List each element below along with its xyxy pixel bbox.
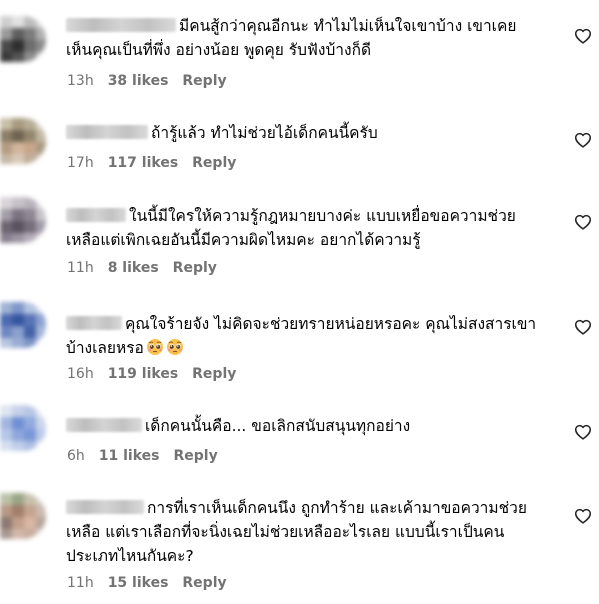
comment-line-text: ถ้ารู้แล้ว ทำไม่ช่วยไอ้เด็กคนนี้ครับ [151,124,378,142]
comment-meta: 11h 8 likes Reply [67,260,217,276]
avatar[interactable] [0,118,46,164]
comment-text: ถ้ารู้แล้ว ทำไม่ช่วยไอ้เด็กคนนี้ครับ [66,121,561,145]
heart-outline-icon[interactable] [574,508,592,524]
username[interactable] [66,500,144,514]
comment-line: ประเภทไหนกันคะ? [66,547,194,565]
comment-line-text: บ้างเลยหรอ [66,339,144,357]
likes-count[interactable]: 8 likes [108,260,159,276]
avatar[interactable] [0,16,46,62]
heart-outline-icon[interactable] [574,28,592,44]
comment-text: คุณใจร้ายจัง ไม่คิดจะช่วยทรายหน่อยหรอคะ … [66,312,561,360]
comment-line-text: ในนี้มีใครให้ความรู้กฎหมายบางค่ะ แบบเหยื… [129,207,516,225]
comment-line: เด็กคนนั้นคือ... ขอเลิกสนับสนุนทุกอย่าง [66,414,561,438]
timestamp: 11h [67,260,94,276]
likes-count[interactable]: 38 likes [108,73,169,89]
likes-count[interactable]: 119 likes [108,366,178,382]
heart-outline-icon[interactable] [574,319,592,335]
timestamp: 6h [67,448,85,464]
likes-count[interactable]: 11 likes [99,448,160,464]
avatar[interactable] [0,493,46,539]
likes-count[interactable]: 117 likes [108,155,178,171]
comment-text: การที่เราเห็นเด็กคนนึง ถูกทำร้าย และเค้า… [66,496,561,568]
comment-meta: 11h 15 likes Reply [67,575,227,591]
pleading-face-emoji [166,339,183,355]
username[interactable] [66,208,126,222]
comment-text: ในนี้มีใครให้ความรู้กฎหมายบางค่ะ แบบเหยื… [66,204,561,252]
timestamp: 11h [67,575,94,591]
comment-text: เด็กคนนั้นคือ... ขอเลิกสนับสนุนทุกอย่าง [66,414,561,438]
heart-outline-icon[interactable] [574,214,592,230]
timestamp: 17h [67,155,94,171]
reply-button[interactable]: Reply [182,73,226,89]
avatar[interactable] [0,302,46,348]
comment-line: ในนี้มีใครให้ความรู้กฎหมายบางค่ะ แบบเหยื… [66,204,561,228]
comment-line: มีคนสู้กว่าคุณอีกนะ ทำไมไม่เห็นใจเขาบ้าง… [66,14,561,38]
pleading-face-emoji [146,339,163,355]
comment-line: บ้างเลยหรอ [66,336,561,360]
comment-meta: 17h 117 likes Reply [67,155,236,171]
username[interactable] [66,125,148,139]
username[interactable] [66,418,142,432]
reply-button[interactable]: Reply [192,366,236,382]
reply-button[interactable]: Reply [174,448,218,464]
comment-meta: 6h 11 likes Reply [67,448,218,464]
reply-button[interactable]: Reply [182,575,226,591]
reply-button[interactable]: Reply [173,260,217,276]
comment-line: คุณใจร้ายจัง ไม่คิดจะช่วยทรายหน่อยหรอคะ … [66,312,561,336]
comment-text: มีคนสู้กว่าคุณอีกนะ ทำไมไม่เห็นใจเขาบ้าง… [66,14,561,62]
comment-line-text: มีคนสู้กว่าคุณอีกนะ ทำไมไม่เห็นใจเขาบ้าง… [179,17,517,35]
comment-line: การที่เราเห็นเด็กคนนึง ถูกทำร้าย และเค้า… [66,496,561,520]
comment-line-text: คุณใจร้ายจัง ไม่คิดจะช่วยทรายหน่อยหรอคะ … [125,315,537,333]
comment-line: เห็นคุณเป็นที่พึ่ง อย่างน้อย พูดคุย รับฟ… [66,41,372,59]
avatar[interactable] [0,405,46,451]
comment-line: เหลือ แต่เราเลือกที่จะนิ่งเฉยไม่ช่วยเหลื… [66,523,505,541]
avatar[interactable] [0,197,46,243]
username[interactable] [66,316,122,330]
reply-button[interactable]: Reply [192,155,236,171]
comment-meta: 16h 119 likes Reply [67,366,236,382]
comment-meta: 13h 38 likes Reply [67,73,227,89]
heart-outline-icon[interactable] [574,132,592,148]
heart-outline-icon[interactable] [574,424,592,440]
username[interactable] [66,18,176,32]
comment-line-text: เด็กคนนั้นคือ... ขอเลิกสนับสนุนทุกอย่าง [145,417,411,435]
likes-count[interactable]: 15 likes [108,575,169,591]
timestamp: 16h [67,366,94,382]
comment-line: ถ้ารู้แล้ว ทำไม่ช่วยไอ้เด็กคนนี้ครับ [66,121,561,145]
comment-line-text: การที่เราเห็นเด็กคนนึง ถูกทำร้าย และเค้า… [147,499,527,517]
timestamp: 13h [67,73,94,89]
comment-line: เหลือแต่เพิกเฉยอันนี้มีความผิดไหมคะ อยาก… [66,231,421,249]
